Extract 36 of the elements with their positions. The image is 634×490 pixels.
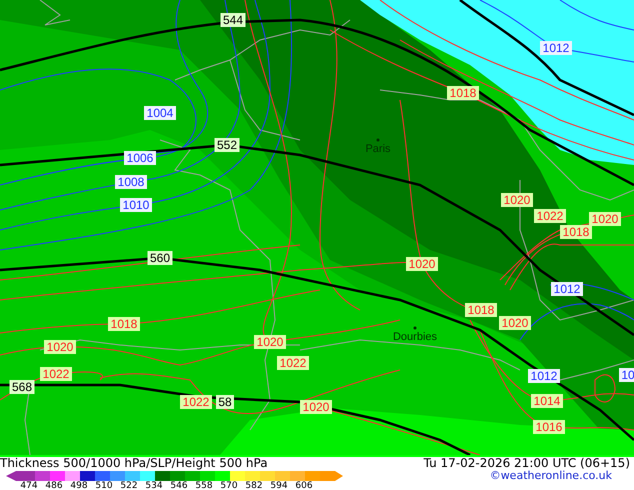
thickness-label: 552 (214, 138, 240, 152)
isobar-label: 1020 (300, 400, 332, 414)
isobar-label: 10 (619, 368, 634, 382)
city-label: Paris (365, 138, 391, 155)
isobar-label: 1018 (465, 303, 497, 317)
isobar-label: 1012 (551, 282, 583, 296)
isobar-label: 1006 (124, 151, 156, 165)
isobar-label: 1016 (533, 420, 565, 434)
thickness-label: 568 (10, 380, 34, 394)
copyright-link[interactable]: ©weatheronline.co.uk (490, 469, 612, 482)
isobar-label: 1018 (108, 317, 140, 331)
city-label: Dourbies (392, 326, 438, 343)
isobar-label: 1022 (534, 209, 566, 223)
isobar-label: 1012 (528, 369, 560, 383)
isobar-label: 1020 (499, 316, 531, 330)
isobar-label: 1020 (589, 212, 621, 226)
isobar-label: 1018 (447, 86, 479, 100)
isobar-label: 1020 (44, 340, 76, 354)
isobar-label: 1010 (120, 198, 152, 212)
color-legend: 474 486 498 510 522 534 546 558 570 582 594 606 (0, 469, 355, 489)
timestamp: Tu 17-02-2026 21:00 UTC (06+15) (424, 457, 630, 469)
isobar-label: 1022 (40, 367, 72, 381)
thickness-label: 544 (220, 13, 246, 27)
thickness-label: 560 (148, 251, 172, 265)
isobar-label: 1020 (501, 193, 533, 207)
map-title: Thickness 500/1000 hPa/SLP/Height 500 hPa (0, 457, 268, 469)
isobar-label: 1020 (254, 335, 286, 349)
isobar-label: 1008 (115, 175, 147, 189)
isobar-label: 1020 (406, 257, 438, 271)
isobar-label: 1014 (531, 394, 563, 408)
isobar-label: 1018 (560, 225, 592, 239)
isobar-label: 1012 (540, 41, 572, 55)
isobar-label: 1022 (277, 356, 309, 370)
thickness-label: 58 (216, 395, 234, 409)
isobar-label: 1022 (180, 395, 212, 409)
isobar-label: 1004 (144, 106, 176, 120)
